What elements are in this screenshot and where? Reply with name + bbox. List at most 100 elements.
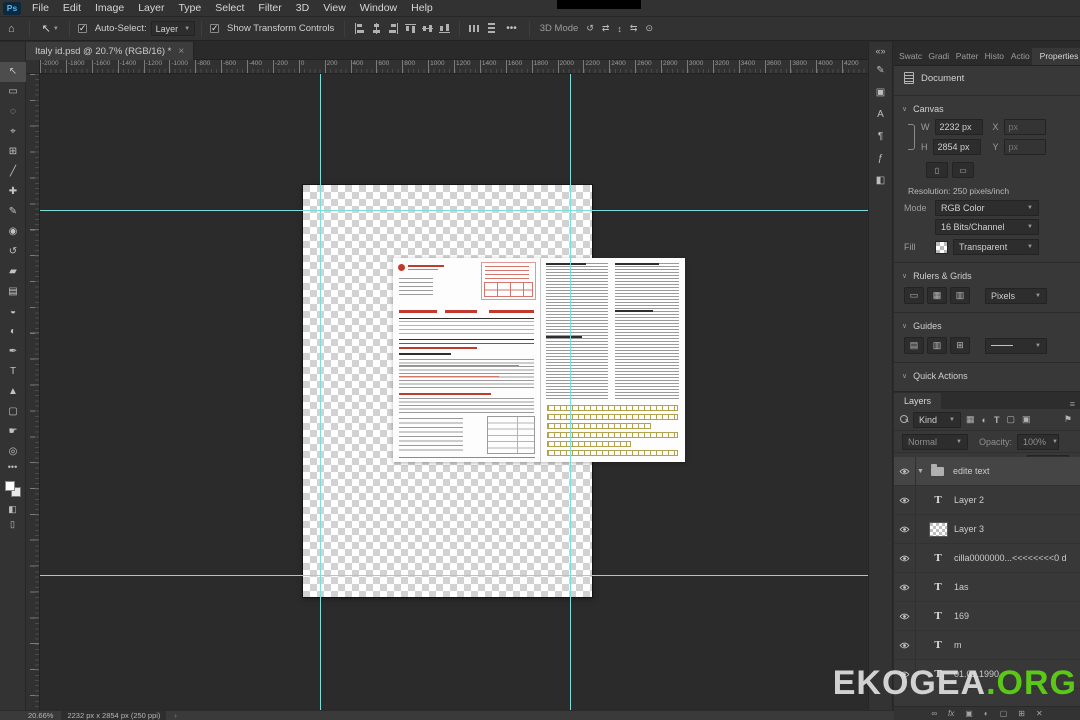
horizontal-ruler[interactable]: -2000 -1800 -1600 -1400 -1200 -1000 -800 -600 -4… [40, 60, 868, 74]
libraries-panel-icon[interactable]: ◧ [870, 170, 891, 192]
edite text[interactable]: ▼ T edite text [894, 457, 1080, 486]
move-tool[interactable]: ↖ [0, 62, 26, 82]
menu-item[interactable]: File [25, 0, 56, 17]
menu-item[interactable]: Help [404, 0, 440, 17]
vertical-guide[interactable] [320, 74, 321, 710]
pen-tool[interactable]: ✒ [0, 342, 26, 362]
3d-slide-icon[interactable]: ⇆ [626, 23, 642, 34]
toggle-grid-button[interactable]: ▦ [927, 287, 947, 304]
filter-pixel-layers-icon[interactable]: ▦ [964, 414, 977, 425]
dodge-tool[interactable]: ◐ [0, 322, 26, 342]
toggle-guides-button[interactable]: ▤ [904, 337, 924, 354]
shape-tool[interactable]: ▢ [0, 402, 26, 422]
3d-orbit-icon[interactable]: ↺ [582, 23, 598, 34]
quick-mask-icon[interactable]: ◧ [8, 502, 17, 517]
3d-roll-icon[interactable]: ⇄ [598, 23, 614, 34]
panel-tab[interactable]: Patter [951, 48, 980, 65]
visibility-eye-icon[interactable] [894, 631, 916, 659]
filter-smart-objects-icon[interactable]: ▣ [1020, 414, 1033, 425]
character-panel-icon[interactable]: A [870, 104, 891, 126]
distribute-vertical-icon[interactable] [484, 21, 499, 36]
visibility-eye-icon[interactable] [894, 573, 916, 601]
eraser-tool[interactable]: ▰ [0, 262, 26, 282]
type-tool[interactable]: T [0, 362, 26, 382]
tool-preset-caret-icon[interactable]: ▼ [53, 26, 59, 32]
gradient-tool[interactable]: ▤ [0, 282, 26, 302]
align-right-edges-icon[interactable] [386, 21, 401, 36]
panel-menu-icon[interactable]: ≡ [1065, 399, 1080, 409]
Layer 2[interactable]: ▼ T Layer 2 [894, 486, 1080, 515]
Layer 3[interactable]: ▼ T Layer 3 [894, 515, 1080, 544]
lasso-tool[interactable]: ◌ [0, 102, 26, 122]
visibility-eye-icon[interactable] [894, 515, 916, 543]
history-brush-tool[interactable]: ↺ [0, 242, 26, 262]
link-layers-icon[interactable]: ∞ [931, 707, 937, 720]
horizontal-guide[interactable] [40, 210, 868, 211]
foreground-color-swatch[interactable] [4, 481, 15, 491]
filter-adjustment-layers-icon[interactable]: ◐ [980, 415, 989, 425]
status-chevron-icon[interactable]: › [174, 711, 177, 720]
menu-item[interactable]: Image [88, 0, 131, 17]
visibility-eye-icon[interactable] [894, 457, 916, 485]
edit-toolbar-icon[interactable]: ••• [8, 462, 17, 476]
menu-item[interactable]: Type [171, 0, 208, 17]
menu-item[interactable]: Select [208, 0, 251, 17]
align-horizontal-centers-icon[interactable] [369, 21, 384, 36]
height-input[interactable] [932, 139, 981, 155]
ruler-units-dropdown[interactable]: Pixels ▼ [985, 287, 1047, 304]
auto-select-dropdown[interactable]: Layer ▼ [150, 21, 196, 36]
menu-item[interactable]: Edit [56, 0, 88, 17]
color-swatches[interactable] [4, 481, 21, 497]
filter-type-layers-icon[interactable]: T [992, 415, 1002, 425]
filter-shape-layers-icon[interactable]: ▢ [1004, 414, 1017, 425]
3d-scale-icon[interactable]: ⊙ [641, 23, 657, 34]
clone-stamp-tool[interactable]: ◉ [0, 222, 26, 242]
visibility-eye-icon[interactable] [894, 602, 916, 630]
panel-tab[interactable]: Swatc [894, 48, 923, 65]
new-group-icon[interactable]: ▢ [1000, 707, 1008, 720]
path-selection-tool[interactable]: ▲ [0, 382, 26, 402]
filter-toggle-icon[interactable]: ⚑ [1062, 414, 1074, 425]
169[interactable]: ▼ T 169 [894, 602, 1080, 631]
add-mask-icon[interactable]: ▣ [965, 707, 973, 720]
align-vertical-centers-icon[interactable] [420, 21, 435, 36]
toggle-snap-button[interactable]: ▥ [950, 287, 970, 304]
close-icon[interactable]: × [178, 46, 184, 57]
show-transform-checkbox[interactable] [210, 23, 220, 34]
align-top-edges-icon[interactable] [403, 21, 418, 36]
zoom-level[interactable]: 20.66% [28, 711, 53, 720]
brush-settings-panel-icon[interactable]: ✎ [870, 60, 891, 82]
canvas-fill-dropdown[interactable]: Transparent ▼ [953, 239, 1039, 255]
panel-tab[interactable]: Histo [980, 48, 1006, 65]
width-input[interactable] [934, 119, 983, 135]
link-dimensions-icon[interactable] [908, 124, 915, 150]
more-options-icon[interactable]: ••• [500, 23, 523, 34]
menu-item[interactable]: View [316, 0, 353, 17]
landscape-orientation-button[interactable]: ▭ [952, 162, 974, 178]
layer-effects-icon[interactable]: fx [948, 707, 954, 720]
m[interactable]: ▼ T m [894, 631, 1080, 660]
blur-tool[interactable]: ◒ [0, 302, 26, 322]
paragraph-panel-icon[interactable]: ¶ [870, 126, 891, 148]
delete-layer-icon[interactable]: ✕ [1036, 707, 1043, 720]
panel-tab[interactable]: Actio [1006, 48, 1032, 65]
distribute-horizontal-icon[interactable] [467, 21, 482, 36]
zoom-tool[interactable]: ◎ [0, 442, 26, 462]
vertical-ruler[interactable] [26, 74, 40, 710]
menu-item[interactable]: Filter [251, 0, 288, 17]
auto-select-checkbox[interactable] [77, 23, 87, 34]
glyphs-panel-icon[interactable]: ƒ [870, 148, 891, 170]
quick-selection-tool[interactable]: ⌖ [0, 122, 26, 142]
align-left-edges-icon[interactable] [352, 21, 367, 36]
1as[interactable]: ▼ T 1as [894, 573, 1080, 602]
collapse-panels-icon[interactable]: «» [875, 42, 885, 60]
clone-source-panel-icon[interactable]: ▣ [870, 82, 891, 104]
layers-tab[interactable]: Layers [894, 393, 942, 409]
crop-tool[interactable]: ⊞ [0, 142, 26, 162]
rulers-grids-section-header[interactable]: ∨ Rulers & Grids [894, 268, 1080, 284]
document-tab[interactable]: Italy id.psd @ 20.7% (RGB/16) * × [26, 42, 195, 60]
brush-tool[interactable]: ✎ [0, 202, 26, 222]
filter-kind-dropdown[interactable]: Kind ▼ [913, 411, 961, 428]
visibility-eye-icon[interactable] [894, 544, 916, 572]
visibility-eye-icon[interactable] [894, 486, 916, 514]
